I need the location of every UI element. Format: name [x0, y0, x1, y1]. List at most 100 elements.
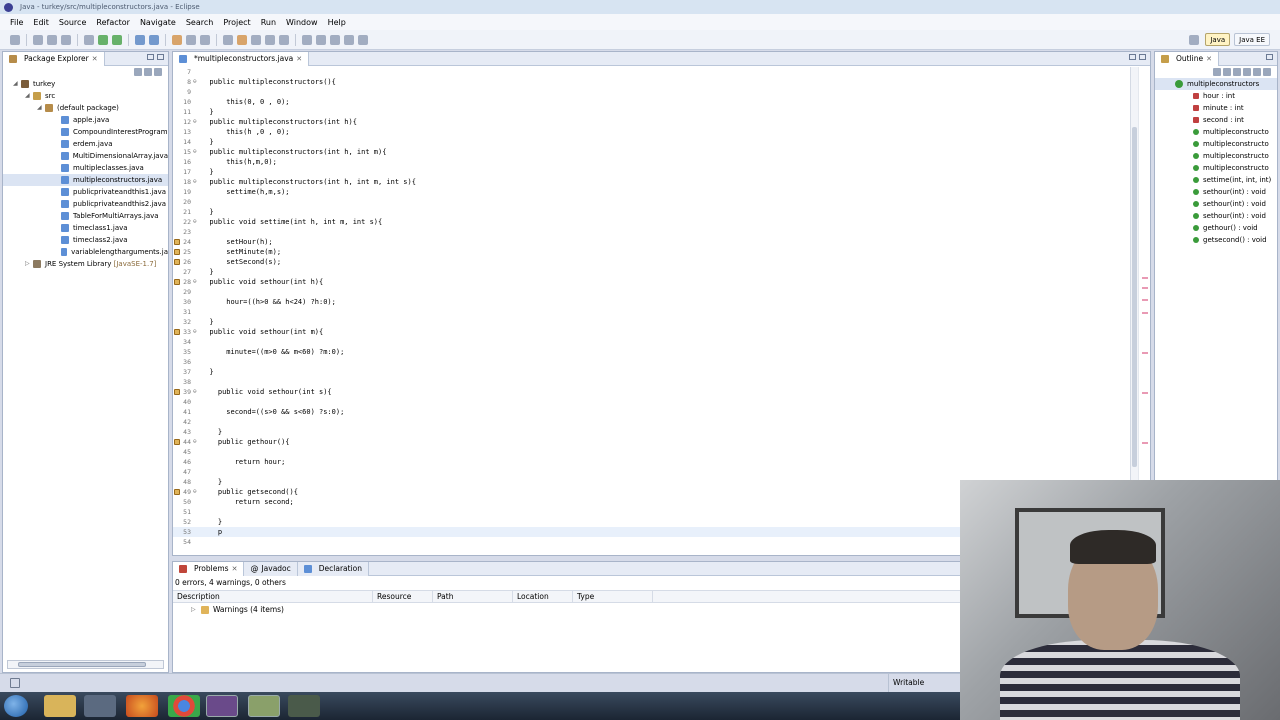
fold-icon[interactable]: ⊖	[193, 117, 197, 127]
explorer-icon[interactable]	[44, 695, 76, 717]
column-path[interactable]: Path	[433, 591, 513, 602]
view-menu-icon[interactable]	[154, 68, 162, 76]
code-line[interactable]: 35 minute=((m>0 && m<60) ?m:0);	[173, 347, 1150, 357]
menu-window[interactable]: Window	[281, 18, 323, 27]
new-icon[interactable]	[10, 34, 20, 45]
perspective-javaee[interactable]: Java EE	[1234, 33, 1270, 46]
outline-item[interactable]: second : int	[1155, 114, 1277, 126]
outline-item[interactable]: settime(int, int, int)	[1155, 174, 1277, 186]
close-icon[interactable]: ✕	[232, 562, 238, 576]
code-line[interactable]: 26 setSecond(s);	[173, 257, 1150, 267]
warning-marker[interactable]	[1142, 277, 1148, 279]
horizontal-scrollbar[interactable]	[7, 660, 164, 669]
open-perspective-icon[interactable]	[1189, 34, 1200, 45]
code-line[interactable]: 10 this(0, 0 , 0);	[173, 97, 1150, 107]
tree-file[interactable]: apple.java	[3, 114, 168, 126]
warning-marker[interactable]	[1142, 442, 1148, 444]
hide-nonpublic-icon[interactable]	[1253, 68, 1261, 76]
code-line[interactable]: 14 }	[173, 137, 1150, 147]
tab-package-explorer[interactable]: Package Explorer ✕	[3, 51, 105, 66]
code-line[interactable]: 41 second=((s>0 && s<60) ?s:0);	[173, 407, 1150, 417]
fold-icon[interactable]: ⊖	[193, 487, 197, 497]
menu-refactor[interactable]: Refactor	[91, 18, 135, 27]
back-icon[interactable]	[344, 34, 354, 45]
outline-item[interactable]: getsecond() : void	[1155, 234, 1277, 246]
maximize-icon[interactable]	[1139, 54, 1146, 60]
minimize-icon[interactable]	[1129, 54, 1136, 60]
app-taskbar-icon[interactable]	[288, 695, 320, 717]
column-description[interactable]: Description	[173, 591, 373, 602]
eclipse-taskbar-icon[interactable]	[206, 695, 238, 717]
previous-annotation-icon[interactable]	[316, 34, 326, 45]
tree-file[interactable]: erdem.java	[3, 138, 168, 150]
open-type-icon[interactable]	[172, 34, 182, 45]
code-line[interactable]: 23	[173, 227, 1150, 237]
code-line[interactable]: 34	[173, 337, 1150, 347]
code-line[interactable]: 8 ⊖ public multipleconstructors(){	[173, 77, 1150, 87]
collapse-all-icon[interactable]	[1213, 68, 1221, 76]
external-tools-icon[interactable]	[112, 34, 122, 45]
outline-item[interactable]: sethour(int) : void	[1155, 198, 1277, 210]
code-line[interactable]: 20	[173, 197, 1150, 207]
menu-search[interactable]: Search	[181, 18, 218, 27]
code-line[interactable]: 37 }	[173, 367, 1150, 377]
column-type[interactable]: Type	[573, 591, 653, 602]
search-icon[interactable]	[186, 34, 196, 45]
code-line[interactable]: 47	[173, 467, 1150, 477]
new-java-project-icon[interactable]	[135, 34, 145, 45]
code-line[interactable]: 30 hour=((h>0 && h<24) ?h:0);	[173, 297, 1150, 307]
code-line[interactable]: 31	[173, 307, 1150, 317]
warning-marker[interactable]	[1142, 287, 1148, 289]
new-package-icon[interactable]	[149, 34, 159, 45]
fold-icon[interactable]: ⊖	[193, 147, 197, 157]
firefox-icon[interactable]	[126, 695, 158, 717]
outline-item[interactable]: minute : int	[1155, 102, 1277, 114]
save-icon[interactable]	[33, 34, 43, 45]
print-icon[interactable]	[61, 34, 71, 45]
next-annotation-icon[interactable]	[302, 34, 312, 45]
fold-icon[interactable]: ⊖	[193, 177, 197, 187]
column-resource[interactable]: Resource	[373, 591, 433, 602]
code-line[interactable]: 12 ⊖ public multipleconstructors(int h){	[173, 117, 1150, 127]
menu-run[interactable]: Run	[256, 18, 281, 27]
warning-marker[interactable]	[1142, 312, 1148, 314]
close-icon[interactable]: ✕	[92, 52, 98, 66]
code-line[interactable]: 15 ⊖ public multipleconstructors(int h, i…	[173, 147, 1150, 157]
open-task-icon[interactable]	[200, 34, 210, 45]
start-button[interactable]	[4, 695, 28, 717]
tree-file[interactable]: timeclass2.java	[3, 234, 168, 246]
tree-default-package[interactable]: ◢ (default package)	[3, 102, 168, 114]
outline-item[interactable]: multipleconstructo	[1155, 150, 1277, 162]
tree-file-selected[interactable]: multipleconstructors.java	[3, 174, 168, 186]
outline-item[interactable]: multipleconstructo	[1155, 162, 1277, 174]
minimize-icon[interactable]	[147, 54, 154, 60]
tree-file[interactable]: TableForMultiArrays.java	[3, 210, 168, 222]
tree-file[interactable]: timeclass1.java	[3, 222, 168, 234]
tab-problems[interactable]: Problems ✕	[173, 561, 245, 576]
perspective-java[interactable]: Java	[1205, 33, 1231, 46]
code-line[interactable]: 7	[173, 67, 1150, 77]
code-line[interactable]: 43 }	[173, 427, 1150, 437]
run-icon[interactable]	[98, 34, 108, 45]
expand-arrow-icon[interactable]: ◢	[37, 102, 45, 114]
link-with-editor-icon[interactable]	[144, 68, 152, 76]
scroll-thumb[interactable]	[18, 662, 146, 667]
tree-file[interactable]: CompoundInterestProgram	[3, 126, 168, 138]
code-line[interactable]: 40	[173, 397, 1150, 407]
tree-file[interactable]: publicprivateandthis1.java	[3, 186, 168, 198]
code-line[interactable]: 38	[173, 377, 1150, 387]
code-line[interactable]: 22 ⊖ public void settime(int h, int m, in…	[173, 217, 1150, 227]
chrome-icon[interactable]	[168, 695, 200, 717]
menu-navigate[interactable]: Navigate	[135, 18, 181, 27]
outline-item[interactable]: sethour(int) : void	[1155, 186, 1277, 198]
code-line[interactable]: 9	[173, 87, 1150, 97]
collapsed-arrow-icon[interactable]: ▷	[25, 258, 33, 270]
expand-arrow-icon[interactable]: ◢	[25, 90, 33, 102]
warning-marker[interactable]	[1142, 392, 1148, 394]
view-menu-icon[interactable]	[1263, 68, 1271, 76]
scroll-thumb[interactable]	[1132, 127, 1137, 467]
code-line[interactable]: 21 }	[173, 207, 1150, 217]
tree-file[interactable]: MultiDimensionalArray.java	[3, 150, 168, 162]
code-line[interactable]: 24 setHour(h);	[173, 237, 1150, 247]
code-line[interactable]: 33 ⊖ public void sethour(int m){	[173, 327, 1150, 337]
